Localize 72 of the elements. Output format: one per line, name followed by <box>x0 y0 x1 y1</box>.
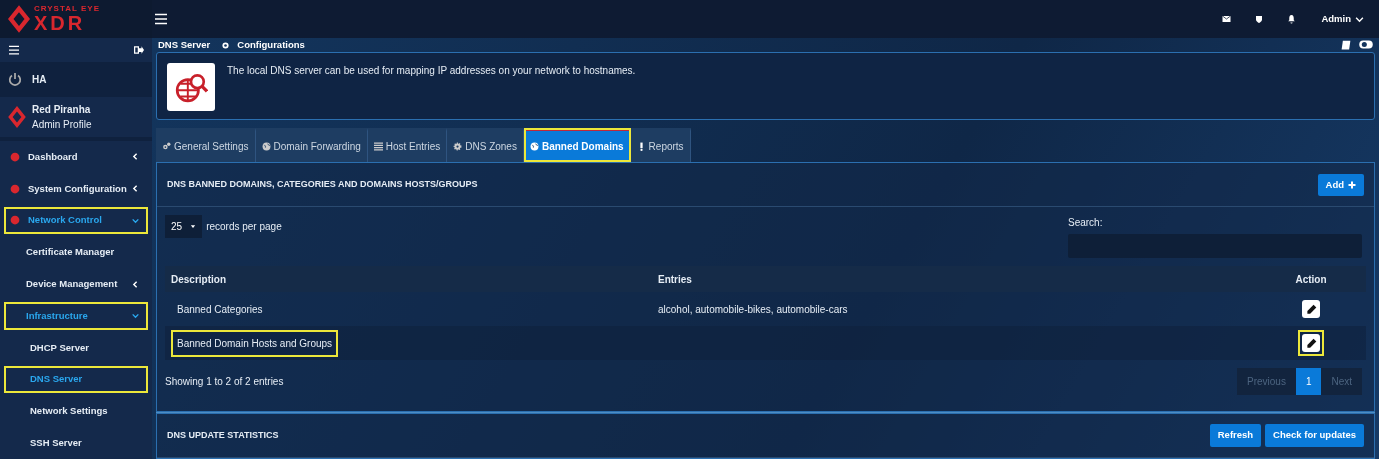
search-field[interactable] <box>1068 234 1362 259</box>
page-length-label: records per page <box>206 220 282 235</box>
edit-button[interactable] <box>1298 330 1324 357</box>
add-button[interactable]: Add <box>1317 173 1364 196</box>
caret-icon <box>131 279 140 289</box>
table-cell: alcohol, automobile-bikes, automobile-cars <box>658 303 848 315</box>
tab[interactable]: General Settings <box>156 128 256 163</box>
sidebar-item[interactable]: Network Control <box>4 206 148 235</box>
sidebar-item[interactable]: System Configuration <box>4 174 148 203</box>
list-icon <box>373 142 383 152</box>
caret-icon <box>131 184 140 194</box>
profile-role: Admin Profile <box>32 118 92 133</box>
brand-tagline: CRYSTAL EYE <box>34 4 100 13</box>
sidebar-item[interactable]: Certificate Manager <box>4 238 148 267</box>
breadcrumb-link[interactable]: Configurations <box>237 38 305 53</box>
ha-label: HA <box>32 72 47 87</box>
bell-icon <box>1287 14 1297 24</box>
breadcrumb-link[interactable]: DNS Server <box>158 38 211 53</box>
tab[interactable]: Domain Forwarding <box>255 128 368 163</box>
sidebar-item[interactable]: Infrastructure <box>4 302 148 330</box>
menu-icon <box>8 44 20 55</box>
gears-icon <box>162 142 171 152</box>
column-header: Action <box>1295 272 1327 287</box>
tab[interactable]: Banned Domains <box>523 128 631 163</box>
sidebar-item[interactable]: DHCP Server <box>4 333 148 362</box>
pencil-icon <box>1305 303 1317 315</box>
gear-icon <box>453 142 463 152</box>
table-cell-text: Banned Categories <box>176 302 264 317</box>
globe-icon <box>261 142 271 152</box>
sidebar-item[interactable]: Network Settings <box>4 397 148 426</box>
user-menu[interactable]: Admin <box>1320 10 1365 28</box>
sign-out-icon <box>134 44 144 55</box>
circle-icon <box>10 183 20 194</box>
brand-name: XDR <box>34 12 87 33</box>
pencil-icon <box>1305 337 1317 349</box>
column-header: Description <box>171 273 226 285</box>
sidebar-item[interactable]: Device Management <box>4 270 148 298</box>
menu-icon <box>154 13 168 25</box>
power-icon <box>8 72 22 87</box>
circle-icon <box>10 151 20 162</box>
sidebar-item[interactable]: SSH Server <box>4 429 148 458</box>
gear-icon <box>222 41 230 49</box>
diamond-logo-icon <box>8 106 26 129</box>
page-length-select[interactable]: 25 <box>165 215 203 239</box>
info-text: The local DNS server can be used for mapping IP addresses on your network to hostnames. <box>227 64 636 79</box>
plus-icon <box>1348 180 1356 189</box>
column-header: Entries <box>658 273 692 285</box>
page-button[interactable]: 1 <box>1295 368 1322 396</box>
toggle-icon <box>1359 40 1373 50</box>
sidebar-item[interactable]: DNS Server <box>4 365 148 394</box>
circle-icon <box>10 215 20 226</box>
profile-name: Red Piranha <box>32 103 92 118</box>
panel-title: DNS BANNED DOMAINS, CATEGORIES AND DOMAINS HOSTS/GROUPS <box>167 178 478 191</box>
tab[interactable]: Reports <box>630 128 691 163</box>
diamond-logo-icon <box>8 4 30 33</box>
book-icon <box>1341 40 1351 51</box>
globe-icon <box>529 142 539 152</box>
caret-icon <box>131 152 140 162</box>
table-summary: Showing 1 to 2 of 2 entries <box>165 375 284 390</box>
table-cell: Banned Domain Hosts and Groups <box>171 329 339 357</box>
envelope-icon <box>1222 15 1232 23</box>
tab[interactable]: Host Entries <box>367 128 448 163</box>
stats-button[interactable]: Refresh <box>1209 424 1262 447</box>
caret-icon <box>131 311 140 321</box>
chevron-down-icon <box>1355 14 1364 24</box>
sidebar-item[interactable]: Dashboard <box>4 142 148 171</box>
shield-icon <box>1255 14 1264 24</box>
caret-down-icon <box>190 224 197 230</box>
panel-title: DNS UPDATE STATISTICS <box>167 428 279 442</box>
stats-button[interactable]: Check for updates <box>1265 424 1364 447</box>
search-label: Search: <box>1068 216 1104 231</box>
tab[interactable]: DNS Zones <box>447 128 524 163</box>
